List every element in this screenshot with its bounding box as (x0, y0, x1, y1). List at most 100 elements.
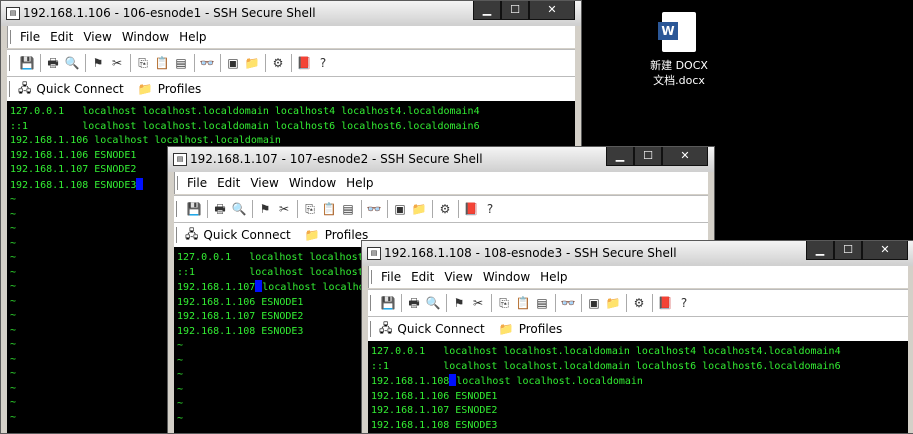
minimize-button[interactable]: ▁ (606, 147, 634, 166)
new-terminal-icon[interactable]: ▣ (585, 294, 603, 312)
ssh-window-3[interactable]: ▤ 192.168.1.108 - 108-esnode3 - SSH Secu… (361, 240, 913, 434)
folder-icon: 📁 (137, 82, 153, 96)
menu-file[interactable]: File (187, 176, 207, 190)
settings-icon[interactable]: ⚙ (630, 294, 648, 312)
menu-window[interactable]: Window (289, 176, 336, 190)
disconnect-icon[interactable]: ✂ (108, 54, 126, 72)
paste-special-icon[interactable]: ▤ (533, 294, 551, 312)
find-icon[interactable]: 👓 (559, 294, 577, 312)
maximize-button[interactable]: ☐ (834, 241, 862, 260)
title-bar[interactable]: ▤ 192.168.1.107 - 107-esnode2 - SSH Secu… (168, 147, 714, 172)
help-book-icon[interactable]: 📕 (462, 200, 480, 218)
terminal-line: 192.168.1.106 ESNODE1 (371, 390, 498, 402)
terminal[interactable]: 127.0.0.1 localhost localhost.localdomai… (368, 341, 908, 433)
desktop-docx-icon[interactable]: W 新建 DOCX 文档.docx (645, 10, 713, 88)
ssh-app-icon: ▤ (6, 7, 20, 20)
menu-view[interactable]: View (250, 176, 278, 190)
toolbar-grip[interactable] (371, 270, 376, 284)
file-transfer-icon[interactable]: 📁 (410, 200, 428, 218)
window-title: 192.168.1.107 - 107-esnode2 - SSH Secure… (190, 152, 483, 166)
close-button[interactable]: ✕ (862, 241, 908, 260)
copy-icon[interactable]: ⎘ (134, 54, 152, 72)
disconnect-icon[interactable]: ✂ (469, 294, 487, 312)
context-help-icon[interactable]: ? (675, 294, 693, 312)
new-terminal-icon[interactable]: ▣ (391, 200, 409, 218)
new-terminal-icon[interactable]: ▣ (224, 54, 242, 72)
settings-icon[interactable]: ⚙ (436, 200, 454, 218)
toolbar-grip[interactable] (177, 176, 182, 190)
menu-edit[interactable]: Edit (217, 176, 240, 190)
help-book-icon[interactable]: 📕 (656, 294, 674, 312)
profiles-button[interactable]: 📁 Profiles (138, 82, 202, 96)
paste-icon[interactable]: 📋 (153, 54, 171, 72)
find-icon[interactable]: 👓 (365, 200, 383, 218)
quick-connect-button[interactable]: 🖧 Quick Connect (18, 79, 124, 100)
minimize-button[interactable]: ▁ (806, 241, 834, 260)
terminal-line: 127.0.0.1 localhost localhost.localdomai… (10, 106, 480, 117)
terminal-line: 192.168.1.107 ESNODE2 (371, 405, 498, 416)
copy-icon[interactable]: ⎘ (301, 200, 319, 218)
connect-icon[interactable]: ⚑ (89, 54, 107, 72)
toolbar-grip[interactable] (370, 321, 374, 337)
context-help-icon[interactable]: ? (314, 54, 332, 72)
profiles-button[interactable]: 📁 Profiles (499, 322, 563, 336)
profiles-button[interactable]: 📁 Profiles (305, 228, 369, 242)
find-icon[interactable]: 👓 (198, 54, 216, 72)
toolbar-grip[interactable] (176, 227, 180, 243)
settings-icon[interactable]: ⚙ (269, 54, 287, 72)
file-transfer-icon[interactable]: 📁 (243, 54, 261, 72)
copy-icon[interactable]: ⎘ (495, 294, 513, 312)
print-preview-icon[interactable]: 🔍 (424, 294, 442, 312)
menu-help[interactable]: Help (540, 270, 567, 284)
menu-edit[interactable]: Edit (411, 270, 434, 284)
terminal-line: 192.168.1.108 localhost localhost.localdo… (371, 374, 643, 387)
title-bar[interactable]: ▤ 192.168.1.106 - 106-esnode1 - SSH Secu… (1, 1, 581, 26)
save-icon[interactable]: 💾 (379, 294, 397, 312)
help-book-icon[interactable]: 📕 (295, 54, 313, 72)
toolbar-grip[interactable] (10, 30, 15, 44)
close-button[interactable]: ✕ (529, 1, 575, 20)
menu-bar: File Edit View Window Help (7, 26, 575, 48)
file-transfer-icon[interactable]: 📁 (604, 294, 622, 312)
print-preview-icon[interactable]: 🔍 (230, 200, 248, 218)
terminal-line: 192.168.1.108 ESNODE3 (371, 419, 498, 431)
toolbar: 💾 🖶 🔍 ⚑ ✂ ⎘ 📋 ▤ 👓 ▣ 📁 ⚙ 📕 ? (7, 49, 575, 76)
menu-help[interactable]: Help (179, 30, 206, 44)
quick-connect-button[interactable]: 🖧 Quick Connect (185, 225, 291, 246)
maximize-button[interactable]: ☐ (634, 147, 662, 166)
print-icon[interactable]: 🖶 (405, 294, 423, 312)
paste-special-icon[interactable]: ▤ (339, 200, 357, 218)
paste-special-icon[interactable]: ▤ (172, 54, 190, 72)
connect-icon[interactable]: ⚑ (450, 294, 468, 312)
print-icon[interactable]: 🖶 (211, 200, 229, 218)
toolbar-grip[interactable] (9, 81, 13, 97)
connect-icon[interactable]: ⚑ (256, 200, 274, 218)
print-icon[interactable]: 🖶 (44, 54, 62, 72)
menu-edit[interactable]: Edit (50, 30, 73, 44)
menu-view[interactable]: View (83, 30, 111, 44)
quick-connect-button[interactable]: 🖧 Quick Connect (379, 319, 485, 340)
maximize-button[interactable]: ☐ (501, 1, 529, 20)
menu-help[interactable]: Help (346, 176, 373, 190)
menu-file[interactable]: File (381, 270, 401, 284)
close-button[interactable]: ✕ (662, 147, 708, 166)
title-bar[interactable]: ▤ 192.168.1.108 - 108-esnode3 - SSH Secu… (362, 241, 913, 266)
menu-bar: File Edit View Window Help (368, 266, 908, 288)
ssh-app-icon: ▤ (173, 153, 187, 166)
paste-icon[interactable]: 📋 (514, 294, 532, 312)
menu-file[interactable]: File (20, 30, 40, 44)
quick-connect-label: Quick Connect (203, 228, 291, 242)
menu-window[interactable]: Window (483, 270, 530, 284)
toolbar-grip[interactable] (9, 55, 13, 71)
context-help-icon[interactable]: ? (481, 200, 499, 218)
print-preview-icon[interactable]: 🔍 (63, 54, 81, 72)
paste-icon[interactable]: 📋 (320, 200, 338, 218)
menu-view[interactable]: View (444, 270, 472, 284)
save-icon[interactable]: 💾 (18, 54, 36, 72)
minimize-button[interactable]: ▁ (473, 1, 501, 20)
toolbar-grip[interactable] (176, 201, 180, 217)
menu-window[interactable]: Window (122, 30, 169, 44)
save-icon[interactable]: 💾 (185, 200, 203, 218)
disconnect-icon[interactable]: ✂ (275, 200, 293, 218)
toolbar-grip[interactable] (370, 295, 374, 311)
